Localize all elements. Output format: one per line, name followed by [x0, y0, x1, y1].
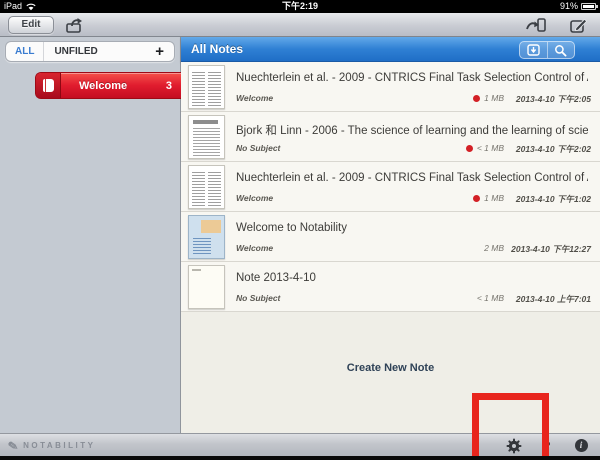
note-size: < 1 MB — [466, 143, 504, 153]
notes-header-bar: All Notes — [181, 37, 600, 62]
note-row[interactable]: Note 2013-4-10 No Subject < 1 MB 2013-4-… — [181, 262, 600, 312]
header-actions — [519, 41, 575, 59]
share-button[interactable] — [62, 15, 86, 35]
share-icon — [64, 17, 84, 34]
import-icon — [527, 44, 540, 56]
note-row[interactable]: Nuechterlein et al. - 2009 - CNTRICS Fin… — [181, 62, 600, 112]
status-bar: iPad 下午2:19 91% — [0, 0, 600, 13]
note-subject: No Subject — [236, 143, 280, 153]
note-subject: Welcome — [236, 243, 273, 253]
note-row[interactable]: Bjork 和 Linn - 2006 - The science of lea… — [181, 112, 600, 162]
top-toolbar: Edit — [0, 13, 600, 37]
note-thumbnail — [188, 115, 225, 159]
note-size: 2 MB — [484, 243, 504, 253]
search-icon — [554, 44, 567, 57]
battery-icon — [581, 3, 596, 10]
sidebar-item-welcome[interactable]: Welcome 3 — [35, 72, 181, 99]
note-title: Nuechterlein et al. - 2009 - CNTRICS Fin… — [236, 72, 588, 84]
move-note-button[interactable] — [524, 15, 548, 35]
add-subject-button[interactable]: + — [145, 42, 174, 61]
create-new-note-button[interactable]: Create New Note — [181, 362, 600, 374]
move-note-icon — [526, 17, 547, 33]
edit-button[interactable]: Edit — [8, 16, 54, 34]
info-button[interactable]: i — [570, 434, 592, 457]
note-row[interactable]: Nuechterlein et al. - 2009 - CNTRICS Fin… — [181, 162, 600, 212]
brand-logo: ✎ NOTABILITY — [8, 434, 95, 457]
unread-dot — [466, 145, 473, 152]
annotation-highlight-box — [472, 393, 549, 456]
note-thumbnail — [188, 215, 225, 259]
note-title: Nuechterlein et al. - 2009 - CNTRICS Fin… — [236, 172, 588, 184]
compose-button[interactable] — [566, 15, 590, 35]
note-subject: Welcome — [236, 193, 273, 203]
search-button[interactable] — [548, 42, 575, 58]
unread-dot — [473, 195, 480, 202]
tab-all[interactable]: ALL — [6, 42, 44, 61]
page-title: All Notes — [191, 37, 243, 62]
app-screen: iPad 下午2:19 91% Edit — [0, 0, 600, 460]
compose-icon — [569, 17, 588, 34]
clock: 下午2:19 — [0, 0, 600, 13]
subjects-sidebar: ALL UNFILED + Welcome 3 — [0, 37, 181, 433]
battery-percent: 91% — [560, 0, 578, 13]
screen-edge — [0, 456, 600, 460]
tab-unfiled[interactable]: UNFILED — [44, 46, 107, 57]
note-date: 2013-4-10 下午12:27 — [511, 243, 591, 255]
note-title: Welcome to Notability — [236, 222, 588, 234]
pencil-logo-icon: ✎ — [7, 438, 19, 454]
notes-panel: All Notes — [181, 37, 600, 433]
note-subject: No Subject — [236, 293, 280, 303]
note-title: Note 2013-4-10 — [236, 272, 588, 284]
note-thumbnail — [188, 65, 225, 109]
note-title: Bjork 和 Linn - 2006 - The science of lea… — [236, 122, 588, 138]
note-date: 2013-4-10 下午2:02 — [516, 143, 591, 155]
import-button[interactable] — [520, 42, 548, 58]
note-size: 1 MB — [473, 193, 504, 203]
filter-segmented-control: ALL UNFILED + — [5, 41, 175, 62]
notebook-icon — [36, 73, 61, 98]
brand-label: NOTABILITY — [23, 441, 95, 450]
note-size: 1 MB — [473, 93, 504, 103]
subject-label: Welcome — [79, 80, 127, 92]
note-size: < 1 MB — [477, 293, 504, 303]
subject-count-badge: 3 — [166, 80, 172, 92]
notes-list: Nuechterlein et al. - 2009 - CNTRICS Fin… — [181, 62, 600, 312]
info-icon: i — [575, 439, 588, 452]
note-thumbnail — [188, 165, 225, 209]
note-date: 2013-4-10 下午1:02 — [516, 193, 591, 205]
unread-dot — [473, 95, 480, 102]
note-subject: Welcome — [236, 93, 273, 103]
note-date: 2013-4-10 上午7:01 — [516, 293, 591, 305]
note-row[interactable]: Welcome to Notability Welcome 2 MB 2013-… — [181, 212, 600, 262]
content-area: ALL UNFILED + Welcome 3 All Notes — [0, 37, 600, 433]
note-date: 2013-4-10 下午2:05 — [516, 93, 591, 105]
note-thumbnail — [188, 265, 225, 309]
